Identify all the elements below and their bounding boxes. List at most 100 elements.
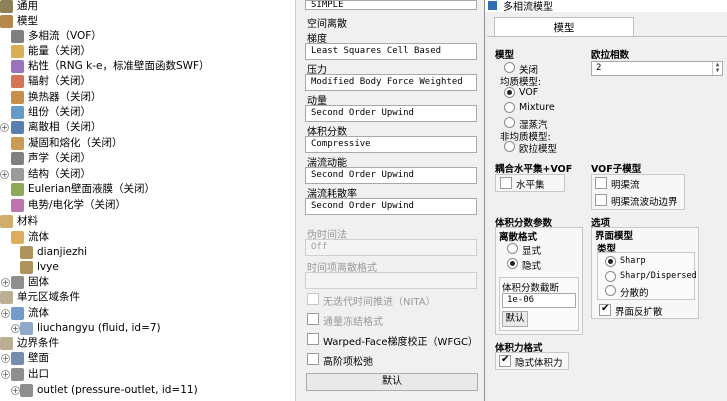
- cutoff-input[interactable]: 1e-06: [502, 293, 576, 308]
- tree-item[interactable]: 声学（关闭）: [0, 151, 295, 166]
- tree-item-label: 声学（关闭）: [28, 152, 91, 164]
- implicit-radio[interactable]: [507, 258, 518, 269]
- viscous-icon: [11, 60, 24, 73]
- tree-item-label: 电势/电化学（关闭）: [28, 199, 127, 211]
- expand-icon[interactable]: +: [0, 123, 9, 132]
- model-mixture-label: Mixture: [519, 102, 555, 113]
- tree-item[interactable]: 能量（关闭）: [0, 44, 295, 59]
- open-channel-flow-label: 明渠流: [611, 180, 640, 191]
- sharp-dispersed-radio[interactable]: [605, 271, 616, 282]
- multiphase-model-dialog: 多相流模型 模型 模型 关闭 均质模型: VOF Mixture 湿蒸汽 非均质…: [484, 0, 727, 401]
- implicit-body-force-checkbox[interactable]: [499, 354, 511, 367]
- explicit-label: 显式: [522, 246, 542, 257]
- dispersed-radio[interactable]: [605, 285, 616, 296]
- tree-item[interactable]: 组份（关闭）: [0, 105, 295, 120]
- volume-fraction-dropdown[interactable]: Compressive: [305, 136, 477, 153]
- model-wet-steam-radio[interactable]: [504, 117, 515, 128]
- high-order-relaxation-checkbox[interactable]: [307, 353, 319, 365]
- expand-icon[interactable]: +: [11, 386, 20, 395]
- wall-film-icon: [11, 183, 24, 196]
- tree-item[interactable]: 流体: [0, 230, 295, 245]
- gradient-dropdown[interactable]: Least Squares Cell Based: [305, 43, 477, 60]
- frozen-flux-checkbox[interactable]: [307, 313, 319, 325]
- nita-checkbox[interactable]: [307, 293, 319, 305]
- tree-item[interactable]: + 固体: [0, 275, 295, 290]
- open-channel-wave-checkbox[interactable]: [595, 194, 607, 206]
- level-set-checkbox[interactable]: [500, 177, 512, 189]
- tree-item-label: 模型: [17, 15, 38, 27]
- model-off-radio[interactable]: [504, 62, 515, 73]
- tree-item[interactable]: 辐射（关闭）: [0, 74, 295, 89]
- structure-icon: [11, 168, 24, 181]
- open-channel-flow-checkbox[interactable]: [595, 177, 607, 189]
- tree-item-label: 通用: [17, 0, 38, 12]
- momentum-dropdown[interactable]: Second Order Upwind: [305, 105, 477, 122]
- tree-item[interactable]: 多相流（VOF）: [0, 29, 295, 44]
- tree-item[interactable]: 材料: [0, 214, 295, 229]
- eulerian-phases-input[interactable]: 2 ▲ ▼: [591, 61, 723, 76]
- tree-item[interactable]: + 出口: [0, 367, 295, 382]
- tree-item-label: 离散相（关闭）: [28, 121, 102, 133]
- tree-item[interactable]: 电势/电化学（关闭）: [0, 198, 295, 213]
- tree-item[interactable]: 模型: [0, 14, 295, 29]
- implicit-body-force-label: 隐式体积力: [515, 358, 563, 369]
- tree-item[interactable]: Eulerian壁面液膜（关闭）: [0, 182, 295, 197]
- tree-item[interactable]: + 流体: [0, 306, 295, 321]
- tree-item-label: 材料: [17, 215, 38, 227]
- spinner-arrows-icon[interactable]: ▲ ▼: [712, 62, 722, 75]
- expand-icon[interactable]: +: [1, 354, 10, 363]
- outline-tree: 通用模型多相流（VOF） 能量（关闭） 粘性（RNG k-e，标准壁面函数SWF） 辐…: [0, 0, 296, 401]
- model-eulerian-radio[interactable]: [504, 141, 515, 152]
- tree-item[interactable]: + outlet (pressure-outlet, id=11): [0, 383, 295, 398]
- high-order-relaxation-label: 高阶项松弛: [323, 357, 373, 368]
- fluid-icon: [11, 231, 24, 244]
- radiation-icon: [11, 75, 24, 88]
- model-eulerian-label: 欧拉模型: [519, 144, 558, 155]
- model-vof-radio[interactable]: [504, 87, 515, 98]
- tdr-dropdown[interactable]: Second Order Upwind: [305, 198, 477, 215]
- tree-item-label: lvye: [37, 261, 59, 273]
- warped-face-checkbox[interactable]: [307, 333, 319, 345]
- tree-item-label: 结构（关闭）: [28, 168, 91, 180]
- tree-item-label: 边界条件: [17, 337, 59, 349]
- tree-item[interactable]: 粘性（RNG k-e，标准壁面函数SWF）: [0, 59, 295, 74]
- discrete-phase-icon: [11, 121, 24, 134]
- pressure-velocity-coupling-field[interactable]: SIMPLE: [305, 0, 477, 10]
- eulerian-phases-label: 欧拉相数: [591, 50, 630, 61]
- tree-item[interactable]: + 结构（关闭）: [0, 167, 295, 182]
- tree-item[interactable]: + liuchangyu (fluid, id=7): [0, 321, 295, 336]
- cutoff-label: 体积分数截断: [502, 283, 560, 294]
- cutoff-default-button[interactable]: 默认: [502, 311, 528, 327]
- expand-icon[interactable]: +: [11, 324, 20, 333]
- transient-formulation-dropdown[interactable]: [305, 272, 477, 289]
- anti-diffusion-checkbox[interactable]: [599, 303, 611, 316]
- tke-dropdown[interactable]: Second Order Upwind: [305, 167, 477, 184]
- transient-dropdown[interactable]: Off: [305, 239, 477, 256]
- tree-item-label: 能量（关闭）: [28, 45, 91, 57]
- tree-item[interactable]: dianjiezhi: [0, 245, 295, 260]
- fluent-logo-icon: [488, 1, 497, 10]
- outlet-item-icon: [20, 384, 33, 397]
- expand-icon[interactable]: +: [1, 309, 10, 318]
- tab-model[interactable]: 模型: [494, 17, 634, 37]
- tree-item[interactable]: 边界条件: [0, 336, 295, 351]
- tree-item[interactable]: lvye: [0, 260, 295, 275]
- tree-item-label: 辐射（关闭）: [28, 75, 91, 87]
- tree-item[interactable]: 单元区域条件: [0, 290, 295, 305]
- model-mixture-radio[interactable]: [504, 102, 515, 113]
- tree-item[interactable]: + 离散相（关闭）: [0, 120, 295, 135]
- tree-item[interactable]: 换热器（关闭）: [0, 90, 295, 105]
- species-icon: [11, 106, 24, 119]
- tree-item[interactable]: + 壁面: [0, 351, 295, 366]
- explicit-radio[interactable]: [507, 243, 518, 254]
- tree-item-label: 多相流（VOF）: [28, 30, 102, 42]
- tree-item[interactable]: 凝固和熔化（关闭）: [0, 136, 295, 151]
- sharp-radio[interactable]: [605, 256, 616, 267]
- pressure-dropdown[interactable]: Modified Body Force Weighted: [305, 74, 477, 91]
- expand-icon[interactable]: +: [1, 278, 10, 287]
- default-button[interactable]: 默认: [306, 373, 478, 391]
- multiphase-icon: [11, 30, 24, 43]
- expand-icon[interactable]: +: [0, 170, 9, 179]
- expand-icon[interactable]: +: [1, 370, 10, 379]
- tree-item[interactable]: 通用: [0, 0, 295, 14]
